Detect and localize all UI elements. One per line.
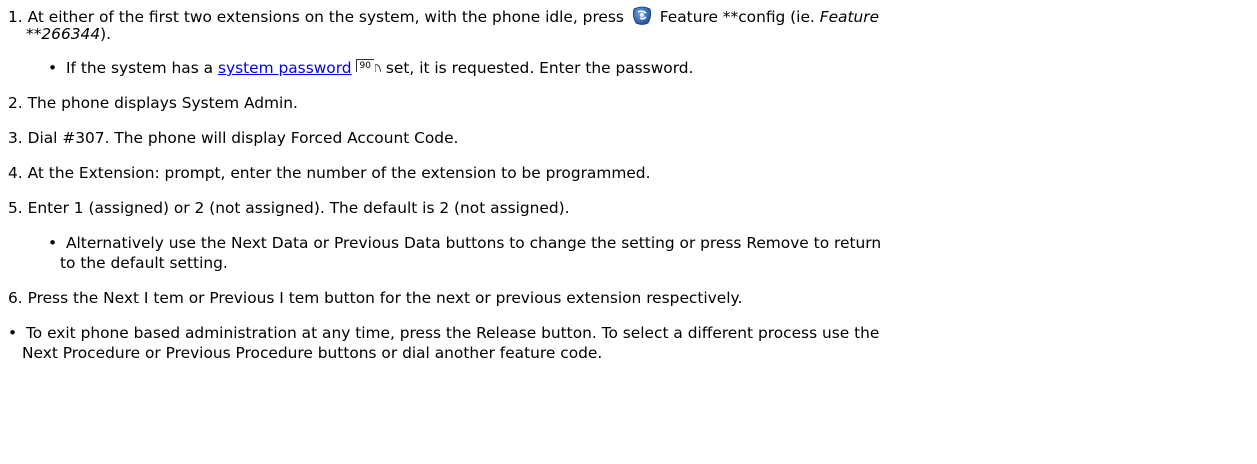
page-reference[interactable]: 90 — [355, 59, 374, 72]
page-ref-arrow-icon — [374, 58, 382, 73]
step-5: 5. Enter 1 (assigned) or 2 (not assigned… — [8, 198, 570, 218]
document-page: 1. At either of the first two extensions… — [0, 0, 1257, 464]
step-5-text: Enter 1 (assigned) or 2 (not assigned). … — [27, 199, 570, 217]
step-1-continuation: **266344). — [26, 24, 111, 44]
step-1-text-post: Feature **config (ie. — [659, 8, 820, 26]
step-number: 2. — [8, 94, 23, 112]
step-5-bullet: • Alternatively use the Next Data or Pre… — [48, 233, 881, 253]
step-number: 3. — [8, 129, 23, 147]
step-1-text-pre: At either of the first two extensions on… — [27, 8, 629, 26]
step-number: 6. — [8, 289, 23, 307]
step-2: 2. The phone displays System Admin. — [8, 93, 298, 113]
bullet-text-pre: If the system has a — [65, 59, 218, 77]
step-1: 1. At either of the first two extensions… — [8, 4, 879, 27]
step-1-bullet: • If the system has a system password 90 … — [48, 58, 693, 78]
step-1-italic-feature: Feature — [819, 8, 880, 26]
feature-key-icon — [631, 4, 653, 26]
step-1-tail: ). — [100, 25, 112, 43]
exit-note-continuation: Next Procedure or Previous Procedure but… — [22, 343, 602, 363]
bullet-text-post: set, it is requested. Enter the password… — [381, 59, 694, 77]
bullet-marker: • — [48, 59, 58, 77]
step-number: 1. — [8, 8, 23, 26]
step-4-text: At the Extension: prompt, enter the numb… — [27, 164, 651, 182]
step-5-bullet-continuation: to the default setting. — [60, 253, 228, 273]
exit-note-line-2: Next Procedure or Previous Procedure but… — [22, 344, 603, 362]
system-password-link[interactable]: system password — [218, 59, 352, 77]
step-3: 3. Dial #307. The phone will display For… — [8, 128, 458, 148]
step-3-text: Dial #307. The phone will display Forced… — [27, 129, 459, 147]
step-5-bullet-line-2: to the default setting. — [60, 254, 228, 272]
step-1-italic-code: **266344 — [26, 25, 101, 43]
step-number: 5. — [8, 199, 23, 217]
bullet-marker: • — [48, 234, 58, 252]
step-4: 4. At the Extension: prompt, enter the n… — [8, 163, 650, 183]
exit-note-line-1: To exit phone based administration at an… — [25, 324, 880, 342]
bullet-marker: • — [8, 324, 18, 342]
step-5-bullet-line-1: Alternatively use the Next Data or Previ… — [65, 234, 882, 252]
step-6: 6. Press the Next I tem or Previous I te… — [8, 288, 742, 308]
step-2-text: The phone displays System Admin. — [27, 94, 298, 112]
exit-note: • To exit phone based administration at … — [8, 323, 879, 343]
step-number: 4. — [8, 164, 23, 182]
step-6-text: Press the Next I tem or Previous I tem b… — [27, 289, 743, 307]
